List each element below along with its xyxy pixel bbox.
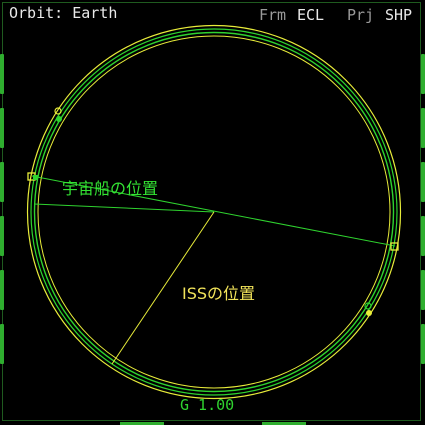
projection-label: Prj bbox=[347, 6, 375, 24]
spacecraft-radius-vector bbox=[33, 203, 215, 213]
iss-position-label: ISSの位置 bbox=[182, 284, 256, 303]
frame-value: ECL bbox=[297, 6, 325, 24]
spacecraft-apsis-marker-1 bbox=[56, 116, 62, 122]
ascending-node-green-marker bbox=[33, 175, 38, 180]
scale-readout: G 1.00 bbox=[180, 396, 235, 414]
projection-value: SHP bbox=[385, 6, 413, 24]
target-apsis-marker-2 bbox=[366, 310, 372, 316]
orbit-reference-title: Orbit: Earth bbox=[9, 4, 118, 22]
spacecraft-position-label: 宇宙船の位置 bbox=[62, 179, 159, 198]
orbit-plot bbox=[26, 24, 402, 400]
orbit-mfd-display: Orbit: Earth Frm ECL Prj SHP G 1.00 宇宙船の… bbox=[0, 0, 425, 425]
frame-label: Frm bbox=[259, 6, 287, 24]
